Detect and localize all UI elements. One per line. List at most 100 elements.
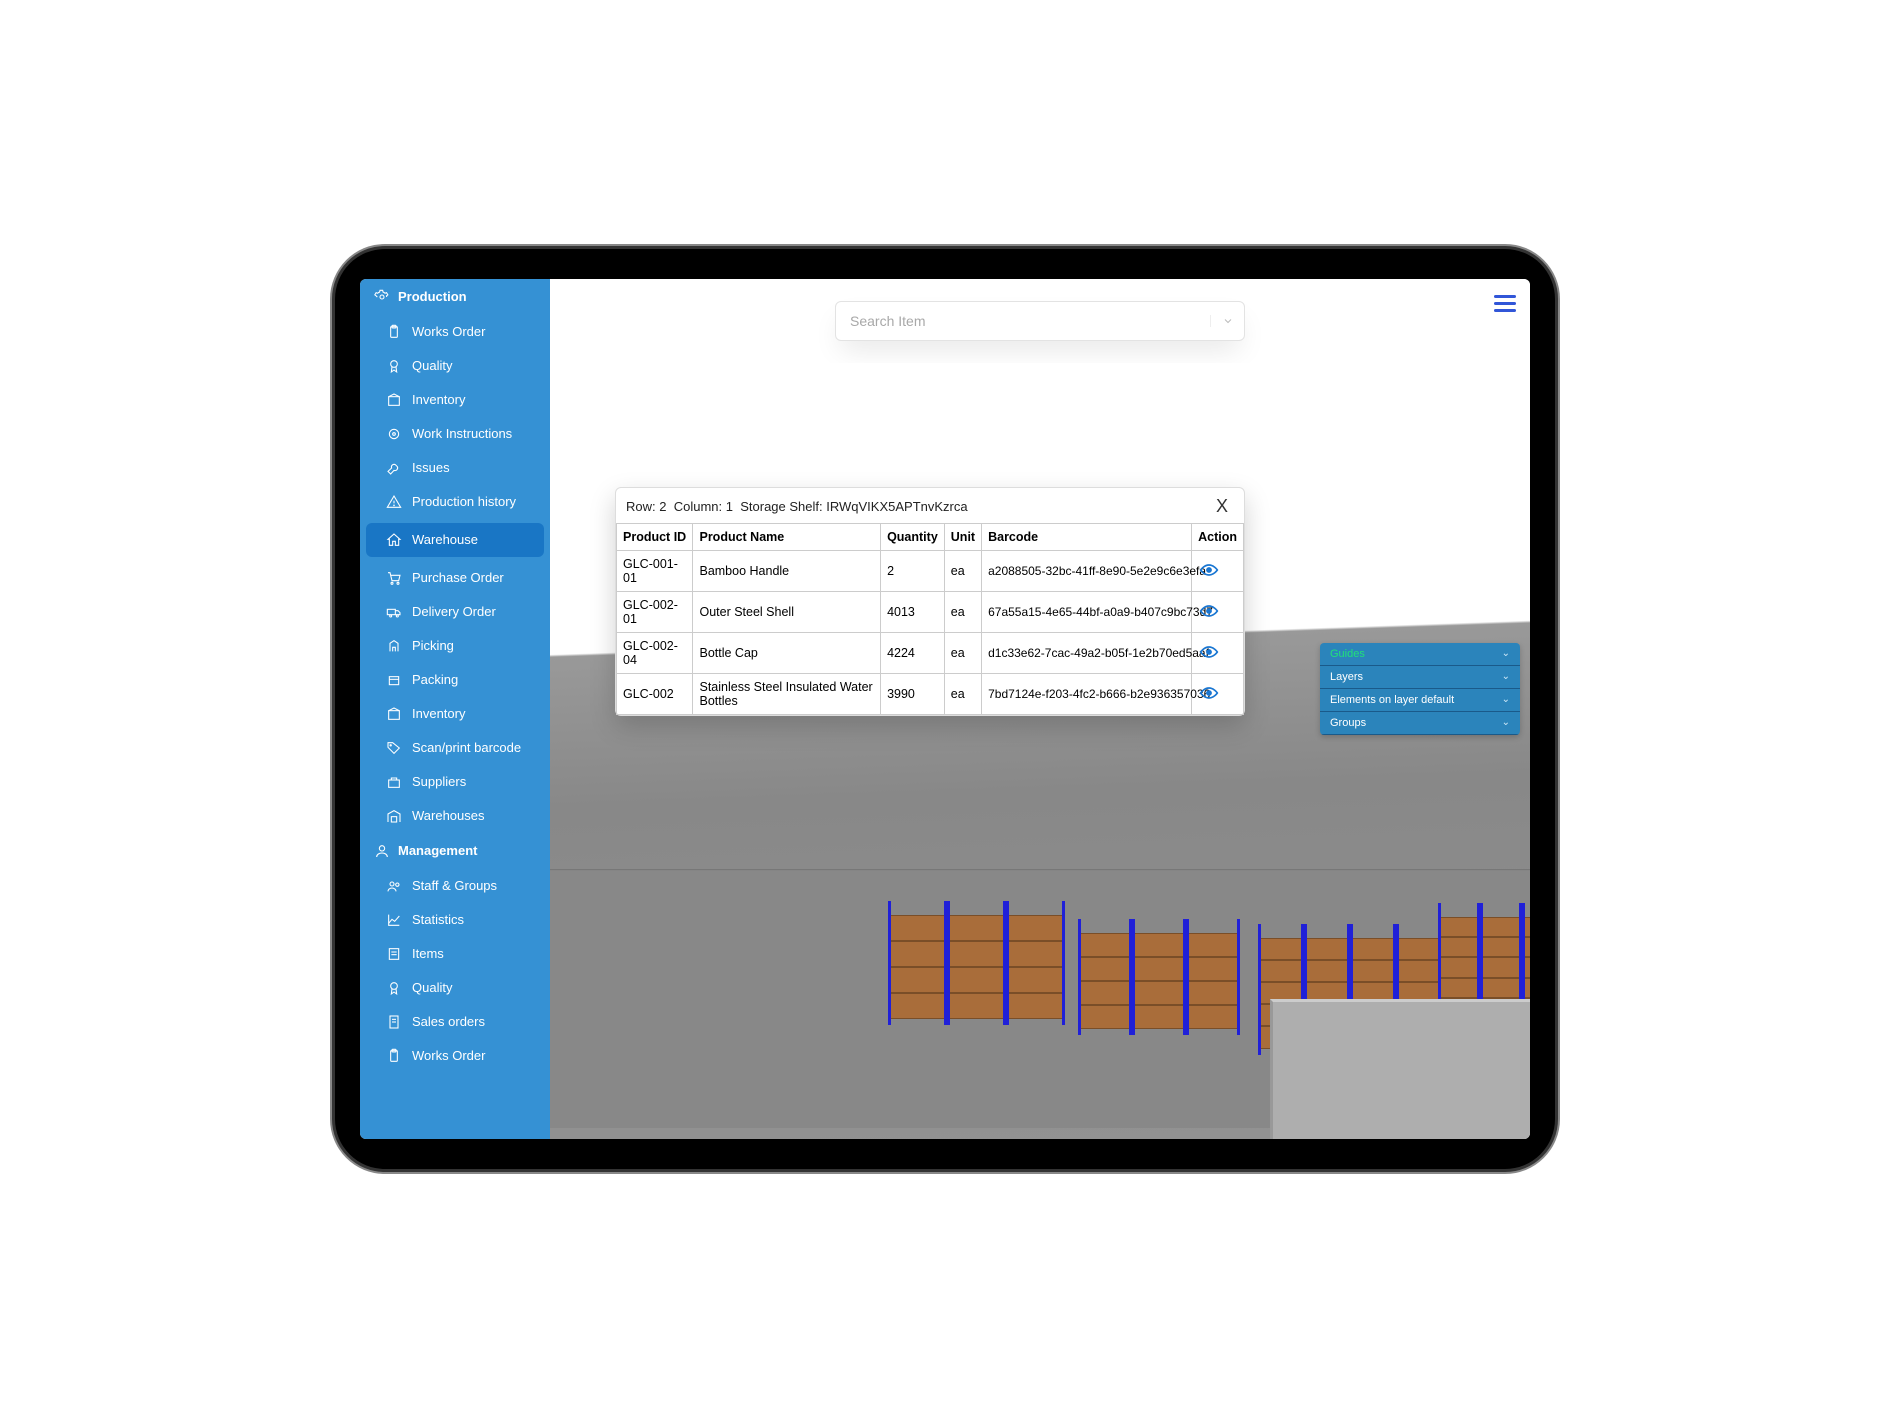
- table-cell: Bamboo Handle: [693, 550, 881, 591]
- sidebar-section-warehouse[interactable]: Warehouse: [366, 523, 544, 557]
- sidebar-item-label: Sales orders: [412, 1014, 485, 1029]
- sidebar-item-delivery-order[interactable]: Delivery Order: [360, 595, 550, 629]
- sidebar-item-label: Inventory: [412, 706, 465, 721]
- home-icon: [386, 532, 402, 548]
- sidebar-item-quality[interactable]: Quality: [360, 349, 550, 383]
- truck-icon: [386, 604, 402, 620]
- rack: [949, 915, 1004, 1019]
- search-item-select[interactable]: [835, 301, 1245, 341]
- action-cell: [1192, 550, 1244, 591]
- sidebar-item-works-order[interactable]: Works Order: [360, 315, 550, 349]
- cart-icon: [386, 570, 402, 586]
- sidebar-item-warehouses[interactable]: Warehouses: [360, 799, 550, 833]
- view-icon[interactable]: [1198, 603, 1220, 619]
- table-cell: a2088505-32bc-41ff-8e90-5e2e9c6e3efa: [982, 550, 1192, 591]
- panel-row-groups[interactable]: Groups ⌄: [1320, 712, 1520, 735]
- 3d-viewport[interactable]: Row: 2 Column: 1 Storage Shelf: IRWqVIKX…: [550, 363, 1530, 1139]
- layer-panel: Guides⌄Layers⌄Elements on layer default⌄…: [1320, 643, 1520, 735]
- sidebar-item-sales-orders[interactable]: Sales orders: [360, 1005, 550, 1039]
- sidebar-item-suppliers[interactable]: Suppliers: [360, 765, 550, 799]
- close-icon[interactable]: X: [1210, 496, 1234, 517]
- chevron-down-icon: ⌄: [1502, 717, 1510, 728]
- panel-label: Guides: [1330, 648, 1365, 660]
- chevron-down-icon: ⌄: [1502, 671, 1510, 682]
- warehouse-icon: [386, 808, 402, 824]
- table-cell: ea: [944, 550, 981, 591]
- warning-icon: [386, 494, 402, 510]
- person-icon: [374, 843, 390, 859]
- sidebar-item-label: Quality: [412, 358, 452, 373]
- view-icon[interactable]: [1198, 685, 1220, 701]
- action-cell: [1192, 632, 1244, 673]
- sidebar-item-inventory[interactable]: Inventory: [360, 697, 550, 731]
- gear-icon: [374, 289, 390, 305]
- column-value: 1: [726, 499, 733, 514]
- panel-label: Groups: [1330, 717, 1366, 729]
- wrench-icon: [386, 460, 402, 476]
- rack: [1188, 933, 1238, 1029]
- sidebar-item-inventory[interactable]: Inventory: [360, 383, 550, 417]
- panel-row-layers[interactable]: Layers⌄: [1320, 666, 1520, 689]
- sidebar-item-staff-groups[interactable]: Staff & Groups: [360, 869, 550, 903]
- table-cell: Outer Steel Shell: [693, 591, 881, 632]
- receipt-icon: [386, 1014, 402, 1030]
- supplier-icon: [386, 774, 402, 790]
- table-cell: 67a55a15-4e65-44bf-a0a9-b407c9bc73d7: [982, 591, 1192, 632]
- sidebar-item-issues[interactable]: Issues: [360, 451, 550, 485]
- tag-icon: [386, 740, 402, 756]
- rack: [1008, 915, 1063, 1019]
- sidebar-item-label: Inventory: [412, 392, 465, 407]
- sidebar-item-label: Production history: [412, 494, 516, 509]
- sidebar-item-label: Picking: [412, 638, 454, 653]
- sidebar-item-label: Purchase Order: [412, 570, 504, 585]
- shelf-value: IRWqVIKX5APTnvKzrca: [826, 499, 967, 514]
- sidebar-item-production-history[interactable]: Production history: [360, 485, 550, 519]
- sidebar-item-work-instructions[interactable]: Work Instructions: [360, 417, 550, 451]
- table-cell: 2: [881, 550, 945, 591]
- row-label: Row:: [626, 499, 656, 514]
- table-row: GLC-002-04Bottle Cap4224ead1c33e62-7cac-…: [617, 632, 1244, 673]
- menu-button[interactable]: [1494, 291, 1516, 316]
- screen: Production Works Order Quality Inventory Wor…: [360, 279, 1530, 1139]
- panel-row-elements-on-layer-default[interactable]: Elements on layer default⌄: [1320, 689, 1520, 712]
- panel-row-guides[interactable]: Guides⌄: [1320, 643, 1520, 666]
- panel-label: Elements on layer default: [1330, 694, 1454, 706]
- sidebar-section-production[interactable]: Production: [360, 279, 550, 315]
- sidebar-section-management[interactable]: Management: [360, 833, 550, 869]
- table-cell: 7bd7124e-f203-4fc2-b666-b2e936357036: [982, 673, 1192, 714]
- concrete-block: [1270, 999, 1530, 1139]
- main-area: Row: 2 Column: 1 Storage Shelf: IRWqVIKX…: [550, 279, 1530, 1139]
- table-row: GLC-002-01Outer Steel Shell4013ea67a55a1…: [617, 591, 1244, 632]
- sidebar-item-items[interactable]: Items: [360, 937, 550, 971]
- table-row: GLC-001-01Bamboo Handle2eaa2088505-32bc-…: [617, 550, 1244, 591]
- sidebar-item-label: Work Instructions: [412, 426, 512, 441]
- chevron-down-icon[interactable]: [1210, 315, 1244, 327]
- sidebar-item-statistics[interactable]: Statistics: [360, 903, 550, 937]
- sidebar-item-label: Suppliers: [412, 774, 466, 789]
- sidebar-item-scan-print-barcode[interactable]: Scan/print barcode: [360, 731, 550, 765]
- view-icon[interactable]: [1198, 644, 1220, 660]
- table-cell: Stainless Steel Insulated Water Bottles: [693, 673, 881, 714]
- table-cell: ea: [944, 591, 981, 632]
- inventory-icon: [386, 392, 402, 408]
- table-cell: 4224: [881, 632, 945, 673]
- sidebar-section-label: Production: [398, 289, 467, 304]
- clipboard-icon: [386, 324, 402, 340]
- sidebar-item-works-order[interactable]: Works Order: [360, 1039, 550, 1073]
- list-icon: [386, 946, 402, 962]
- sidebar-item-label: Items: [412, 946, 444, 961]
- inventory-icon: [386, 706, 402, 722]
- sidebar-item-purchase-order[interactable]: Purchase Order: [360, 561, 550, 595]
- table-cell: ea: [944, 632, 981, 673]
- sidebar-item-packing[interactable]: Packing: [360, 663, 550, 697]
- clipboard-icon: [386, 1048, 402, 1064]
- rack: [1080, 933, 1130, 1029]
- view-icon[interactable]: [1198, 562, 1220, 578]
- table-cell: 4013: [881, 591, 945, 632]
- search-input[interactable]: [836, 313, 1210, 329]
- table-header: Barcode: [982, 523, 1192, 550]
- row-value: 2: [659, 499, 666, 514]
- sidebar-item-picking[interactable]: Picking: [360, 629, 550, 663]
- sidebar-item-quality[interactable]: Quality: [360, 971, 550, 1005]
- sidebar-item-label: Staff & Groups: [412, 878, 497, 893]
